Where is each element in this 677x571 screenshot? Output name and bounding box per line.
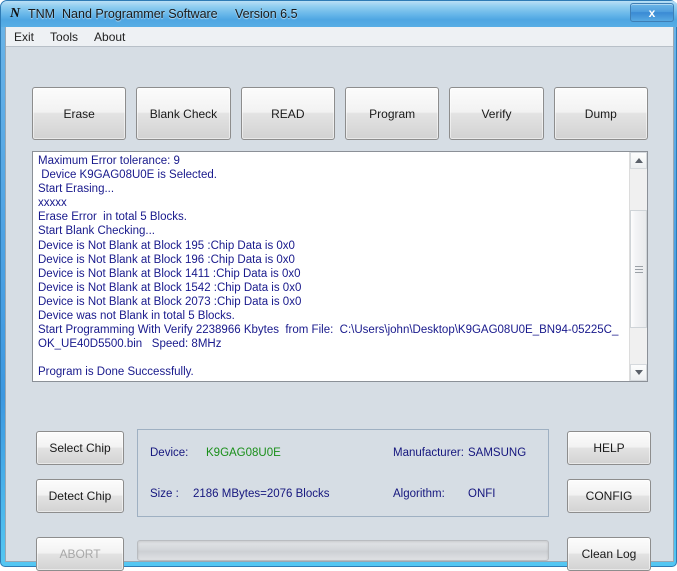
menu-item-exit[interactable]: Exit	[14, 30, 34, 44]
scrollbar-thumb[interactable]	[630, 210, 647, 328]
size-value: 2186 MBytes=2076 Blocks	[193, 488, 330, 500]
algorithm-label: Algorithm:	[393, 488, 445, 500]
triangle-down-icon	[634, 370, 643, 375]
clean-log-button[interactable]: Clean Log	[567, 537, 651, 571]
algorithm-value: ONFI	[468, 488, 496, 500]
menu-item-about[interactable]: About	[94, 30, 125, 44]
menu-bar: Exit Tools About	[6, 27, 673, 47]
log-line: Erase Error in total 5 Blocks.	[38, 211, 187, 224]
size-label: Size :	[150, 488, 179, 500]
dump-button[interactable]: Dump	[553, 87, 648, 140]
log-line: Maximum Error tolerance: 9	[38, 155, 180, 167]
verify-button[interactable]: Verify	[449, 87, 544, 140]
abort-button[interactable]: ABORT	[36, 537, 124, 571]
log-line: Device is Not Blank at Block 195 :Chip D…	[38, 239, 295, 252]
log-text-area[interactable]: Maximum Error tolerance: 9 Device K9GAG0…	[33, 152, 629, 381]
log-vertical-scrollbar[interactable]	[629, 152, 647, 381]
title-bar-content: N TNM Nand Programmer Software Version 6…	[7, 1, 298, 27]
window-title: TNM Nand Programmer Software Version 6.5	[28, 7, 298, 21]
select-chip-button[interactable]: Select Chip	[36, 431, 124, 465]
scroll-up-button[interactable]	[630, 152, 647, 169]
application-window: N TNM Nand Programmer Software Version 6…	[0, 0, 677, 571]
log-line: Program is Done Successfully.	[38, 366, 194, 379]
log-line: xxxxx	[38, 197, 67, 210]
device-label: Device:	[150, 447, 189, 459]
client-area: Exit Tools About Erase Blank Check READ …	[5, 27, 674, 571]
read-button[interactable]: READ	[240, 87, 335, 140]
menu-item-tools[interactable]: Tools	[50, 30, 78, 44]
log-line: Device was not Blank in total 5 Blocks.	[38, 310, 235, 323]
log-line: Device K9GAG08U0E is Selected.	[38, 169, 217, 182]
help-button[interactable]: HELP	[567, 431, 651, 465]
manufacturer-label: Manufacturer:	[393, 447, 464, 459]
log-line: Device is Not Blank at Block 1542 :Chip …	[38, 281, 302, 294]
n-logo-icon: N	[9, 6, 20, 21]
program-button[interactable]: Program	[344, 87, 440, 140]
manufacturer-value: SAMSUNG	[468, 447, 527, 459]
detect-chip-button[interactable]: Detect Chip	[36, 479, 124, 513]
progress-bar	[137, 540, 549, 561]
device-value: K9GAG08U0E	[206, 447, 281, 459]
grip-lines-icon	[634, 264, 643, 275]
device-info-panel: Device: K9GAG08U0E Manufacturer: SAMSUNG…	[137, 429, 549, 517]
log-output-panel: Maximum Error tolerance: 9 Device K9GAG0…	[32, 151, 648, 382]
log-line: Start Blank Checking...	[38, 225, 155, 238]
log-line: Device is Not Blank at Block 1411 :Chip …	[38, 267, 301, 280]
blank-check-button[interactable]: Blank Check	[136, 87, 231, 140]
close-button[interactable]: x	[630, 3, 674, 22]
action-button-row: Erase Blank Check READ Program Verify Du…	[32, 87, 648, 140]
log-line: Device is Not Blank at Block 196 :Chip D…	[38, 253, 295, 266]
erase-button[interactable]: Erase	[32, 87, 127, 140]
triangle-up-icon	[634, 158, 643, 163]
title-bar[interactable]: N TNM Nand Programmer Software Version 6…	[1, 1, 677, 27]
log-line: Start Programming With Verify 2238966 Kb…	[38, 324, 619, 351]
config-button[interactable]: CONFIG	[567, 479, 651, 513]
scroll-down-button[interactable]	[630, 364, 647, 381]
log-line: Device is Not Blank at Block 2073 :Chip …	[38, 295, 302, 308]
log-line: Start Erasing...	[38, 183, 115, 196]
